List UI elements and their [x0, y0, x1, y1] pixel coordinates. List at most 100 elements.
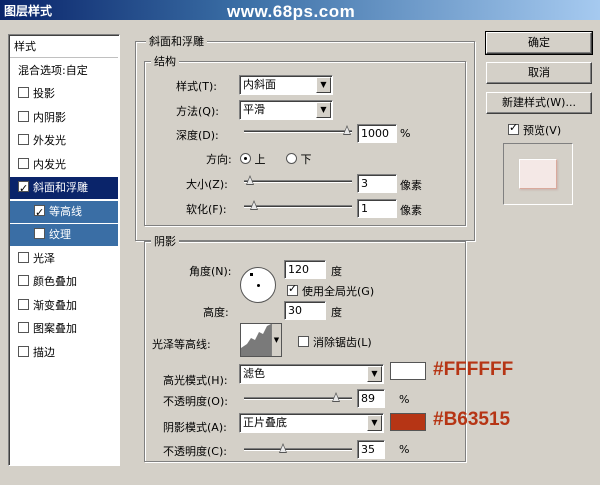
checkbox-icon[interactable]	[34, 228, 45, 239]
chevron-down-icon[interactable]: ▼	[271, 324, 281, 356]
checkbox-icon[interactable]	[298, 336, 309, 347]
slider-thumb[interactable]	[279, 443, 288, 454]
altitude-input[interactable]: 30	[284, 301, 326, 320]
style-list-item[interactable]: 图案叠加	[10, 318, 118, 340]
preview-swatch	[519, 159, 557, 189]
style-list-item[interactable]: 斜面和浮雕	[10, 177, 118, 200]
style-list-item[interactable]: 颜色叠加	[10, 271, 118, 293]
anti-aliased-label: 消除锯齿(L)	[313, 336, 372, 349]
slider-track	[244, 448, 352, 451]
style-list-item-label: 光泽	[33, 251, 55, 265]
slider-thumb[interactable]	[250, 200, 259, 211]
angle-input[interactable]: 120	[284, 260, 326, 279]
technique-select[interactable]: 平滑 ▼	[239, 100, 333, 120]
bevel-style-value: 内斜面	[243, 78, 276, 91]
contour-curve-icon	[241, 324, 271, 356]
highlight-mode-select[interactable]: 滤色 ▼	[239, 364, 384, 384]
technique-label: 方法(Q):	[176, 105, 219, 118]
checkbox-icon[interactable]	[18, 251, 29, 263]
style-list-item[interactable]: 纹理	[10, 224, 118, 246]
style-list-item[interactable]: 内阴影	[10, 107, 118, 129]
bevel-style-select[interactable]: 内斜面 ▼	[239, 75, 333, 95]
highlight-opacity-slider[interactable]	[244, 392, 352, 405]
style-list-item-label: 描边	[33, 345, 55, 359]
new-style-button[interactable]: 新建样式(W)...	[486, 92, 592, 114]
size-slider[interactable]	[244, 175, 352, 188]
checkbox-checked-icon[interactable]	[287, 282, 298, 296]
preview-option[interactable]: 预览(V)	[508, 121, 561, 138]
angle-dial[interactable]	[240, 267, 276, 303]
direction-up-label: 上	[254, 153, 266, 166]
shadow-color-swatch[interactable]	[390, 413, 426, 431]
shadow-mode-select[interactable]: 正片叠底 ▼	[239, 413, 384, 433]
highlight-opacity-input[interactable]: 89	[357, 389, 385, 408]
style-list-item-label: 颜色叠加	[33, 275, 77, 288]
direction-up-option[interactable]: 上	[240, 151, 266, 167]
structure-title: 结构	[151, 53, 179, 69]
depth-slider[interactable]	[244, 125, 352, 138]
cancel-button[interactable]: 取消	[486, 62, 592, 84]
shadow-opacity-slider[interactable]	[244, 443, 352, 456]
anti-aliased-option[interactable]: 消除锯齿(L)	[298, 334, 372, 350]
window-title: 图层样式	[4, 4, 53, 18]
style-list-item-label: 内阴影	[33, 110, 66, 124]
slider-thumb[interactable]	[246, 175, 255, 186]
highlight-opacity-unit: %	[399, 393, 410, 406]
direction-label: 方向:	[206, 153, 232, 166]
checkbox-icon[interactable]	[18, 322, 29, 333]
checkbox-checked-icon[interactable]	[508, 121, 519, 135]
soften-label: 软化(F):	[186, 203, 227, 216]
checkbox-checked-icon[interactable]	[18, 178, 29, 200]
style-list-item[interactable]: 样式	[10, 36, 118, 58]
checkbox-icon[interactable]	[18, 157, 29, 169]
angle-label: 角度(N):	[189, 265, 232, 278]
radio-icon[interactable]	[286, 153, 297, 164]
size-input[interactable]: 3	[357, 174, 397, 193]
depth-input[interactable]: 1000	[357, 124, 397, 143]
style-list-item[interactable]: 投影	[10, 83, 118, 105]
style-list-item-label: 图案叠加	[33, 322, 77, 335]
style-list-item-label: 混合选项:自定	[18, 63, 88, 77]
chevron-down-icon: ▼	[367, 366, 382, 382]
dial-crosshair-icon	[250, 273, 253, 276]
checkbox-icon[interactable]	[18, 87, 29, 98]
technique-value: 平滑	[243, 103, 265, 116]
style-list-item[interactable]: 描边	[10, 342, 118, 364]
checkbox-icon[interactable]	[18, 110, 29, 122]
style-list-item[interactable]: 外发光	[10, 130, 118, 152]
shadow-opacity-input[interactable]: 35	[357, 440, 385, 459]
style-list-item[interactable]: 光泽	[10, 248, 118, 270]
slider-thumb[interactable]	[343, 125, 352, 136]
soften-input[interactable]: 1	[357, 199, 397, 218]
chevron-down-icon: ▼	[316, 102, 331, 118]
style-list-item-label: 内发光	[33, 157, 66, 171]
depth-unit: %	[400, 127, 411, 140]
shading-title: 阴影	[151, 233, 179, 249]
gloss-contour-picker[interactable]: ▼	[240, 323, 282, 357]
checkbox-checked-icon[interactable]	[34, 202, 45, 224]
style-list-item[interactable]: 内发光	[10, 154, 118, 176]
style-list-item[interactable]: 渐变叠加	[10, 295, 118, 317]
checkbox-icon[interactable]	[18, 134, 29, 145]
global-light-option[interactable]: 使用全局光(G)	[287, 282, 374, 299]
shadow-color-annotation: #B63515	[433, 409, 511, 430]
style-list-item[interactable]: 等高线	[10, 200, 118, 224]
dial-center-icon	[257, 284, 260, 287]
soften-slider[interactable]	[244, 200, 352, 213]
checkbox-icon[interactable]	[18, 275, 29, 286]
ok-button[interactable]: 确定	[485, 31, 593, 55]
style-list-item-label: 样式	[14, 40, 36, 53]
slider-thumb[interactable]	[332, 392, 341, 403]
size-label: 大小(Z):	[186, 178, 228, 191]
highlight-color-swatch[interactable]	[390, 362, 426, 380]
radio-selected-icon[interactable]	[240, 153, 251, 164]
checkbox-icon[interactable]	[18, 298, 29, 310]
style-list-item-label: 斜面和浮雕	[33, 181, 88, 194]
title-bar: 图层样式 www.68ps.com	[0, 0, 600, 21]
style-list-item[interactable]: 混合选项:自定	[10, 60, 118, 82]
depth-label: 深度(D):	[176, 129, 219, 142]
direction-down-option[interactable]: 下	[286, 151, 312, 167]
gloss-contour-label: 光泽等高线:	[152, 338, 211, 351]
checkbox-icon[interactable]	[18, 345, 29, 357]
slider-track	[244, 130, 352, 133]
